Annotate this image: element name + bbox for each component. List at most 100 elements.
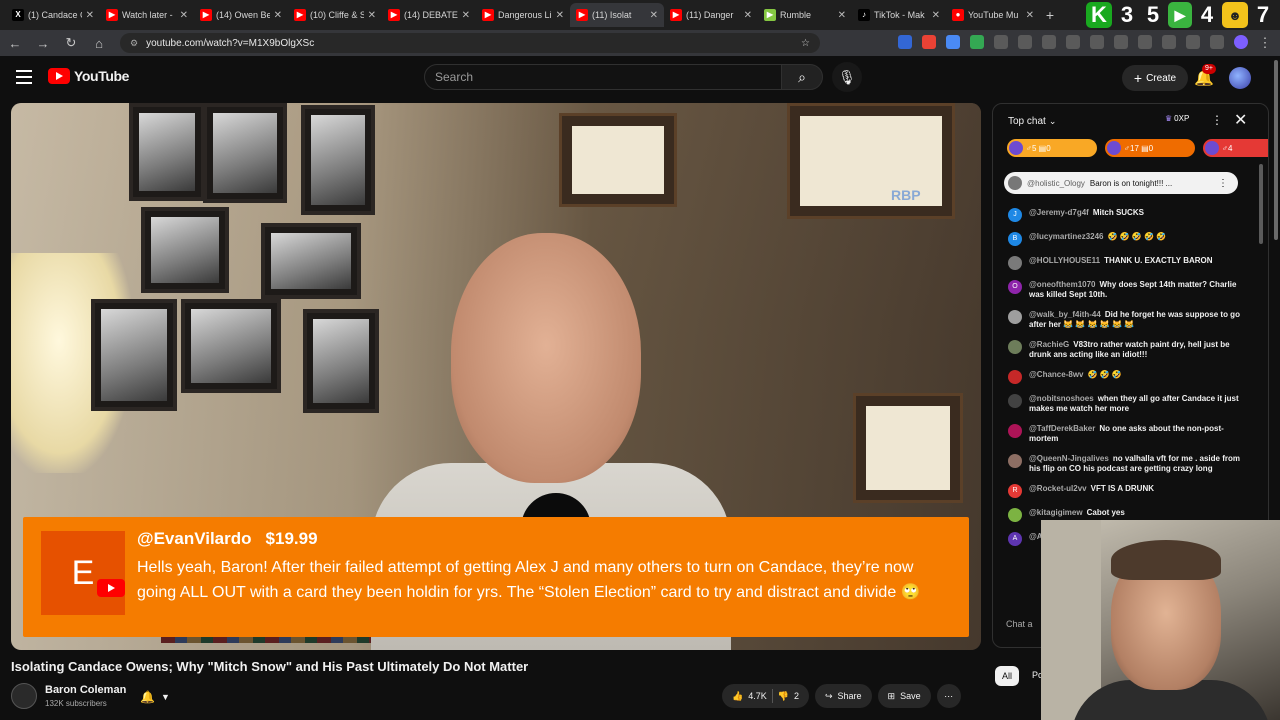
chat-options-icon[interactable]: ⋮ [1211,113,1223,127]
chat-avatar[interactable]: B [1008,232,1022,246]
chip-all[interactable]: All [995,666,1020,686]
search-input[interactable]: Search [424,64,782,90]
channel-name[interactable]: Baron Coleman [45,684,126,696]
chat-message[interactable]: O @oneofthem1070 Why does Sept 14th matter… [1008,280,1246,300]
browser-tab[interactable]: ▶ (11) Danger ✕ [664,3,758,27]
extension-icon[interactable] [1042,35,1056,49]
ticker-item[interactable]: ♂17 ▤0 [1105,139,1195,157]
browser-tab[interactable]: ▶ (14) DEBATE ✕ [382,3,476,27]
tab-close-icon[interactable]: ✕ [368,10,376,21]
chat-avatar[interactable] [1008,454,1022,468]
chat-avatar[interactable]: R [1008,484,1022,498]
like-button[interactable]: 👍 4.7K [732,691,767,702]
extension-icon[interactable] [1138,35,1152,49]
tab-close-icon[interactable]: ✕ [1026,10,1034,21]
tab-close-icon[interactable]: ✕ [932,10,940,21]
chat-message[interactable]: @nobitsnoshoes when they all go after Can… [1008,394,1246,414]
browser-tab[interactable]: ▶ Dangerous Li ✕ [476,3,570,27]
chat-message[interactable]: R @Rocket-ul2vv VFT IS A DRUNK [1008,484,1246,498]
xp-badge[interactable]: ♛ 0XP [1165,114,1189,123]
tab-close-icon[interactable]: ✕ [462,10,470,21]
chat-avatar[interactable] [1008,310,1022,324]
browser-tab[interactable]: ▶ Rumble ✕ [758,3,852,27]
extension-icon[interactable] [1066,35,1080,49]
tab-close-icon[interactable]: ✕ [556,10,564,21]
new-tab-button[interactable]: + [1040,7,1060,23]
voice-search-icon[interactable]: 🎙 [832,62,862,92]
save-button[interactable]: ⊞ Save [877,684,931,708]
chat-avatar[interactable] [1008,256,1022,270]
url-input[interactable]: ⚙ youtube.com/watch?v=M1X9bOlgXSc ☆ [120,33,820,53]
account-avatar[interactable] [1229,67,1251,89]
chat-avatar[interactable] [1008,340,1022,354]
search-button[interactable]: ⌕ [781,64,823,90]
create-button[interactable]: + Create [1122,65,1188,91]
back-icon[interactable]: ← [8,36,22,51]
chat-message[interactable]: @TaffDerekBaker No one asks about the non… [1008,424,1246,444]
chat-message[interactable]: B @lucymartinez3246 🤣 🤣 🤣 🤣 🤣 [1008,232,1246,246]
chat-avatar[interactable]: A [1008,532,1022,546]
extension-icon[interactable] [1114,35,1128,49]
browser-tab[interactable]: ▶ Watch later - ✕ [100,3,194,27]
close-icon[interactable]: ✕ [1234,110,1247,130]
tab-close-icon[interactable]: ✕ [86,10,94,21]
tab-close-icon[interactable]: ✕ [180,10,188,21]
chat-username[interactable]: @Jeremy-d7g4f [1029,208,1089,217]
chat-username[interactable]: @TaffDerekBaker [1029,424,1095,433]
extension-icon[interactable] [1186,35,1200,49]
browser-tab[interactable]: ▶ (11) Isolat ✕ [570,3,664,27]
extension-icon[interactable] [946,35,960,49]
pinned-message[interactable]: @holistic_Ology Baron is on tonight!!! .… [1004,172,1238,194]
share-button[interactable]: ↪ Share [814,684,872,708]
browser-tab[interactable]: ● YouTube Mu ✕ [946,3,1040,27]
chat-username[interactable]: @HOLLYHOUSE11 [1029,256,1100,265]
chat-username[interactable]: @lucymartinez3246 [1029,232,1104,241]
browser-tab[interactable]: ▶ (14) Owen Be ✕ [194,3,288,27]
extension-icon[interactable] [1018,35,1032,49]
chat-username[interactable]: @Chance-8wv [1029,370,1083,379]
site-info-icon[interactable]: ⚙ [130,38,138,49]
chat-message[interactable]: @walk_by_f4ith-44 Did he forget he was su… [1008,310,1246,330]
extension-icon[interactable] [922,35,936,49]
extension-icon[interactable] [994,35,1008,49]
chat-username[interactable]: @Rocket-ul2vv [1029,484,1087,493]
extension-icon[interactable] [898,35,912,49]
page-scrollbar[interactable] [1274,60,1278,240]
more-actions-button[interactable]: ⋯ [936,684,961,708]
extension-icon[interactable] [1162,35,1176,49]
extension-icon[interactable] [1210,35,1224,49]
chat-avatar[interactable]: J [1008,208,1022,222]
chat-mode-selector[interactable]: Top chat ⌄ [993,104,1268,138]
home-icon[interactable]: ⌂ [92,36,106,51]
bookmark-star-icon[interactable]: ☆ [801,38,810,49]
extension-icon[interactable] [1090,35,1104,49]
subscription-bell-button[interactable]: 🔔 ▼ [140,686,184,708]
chat-message[interactable]: @Chance-8wv 🤣 🤣 🤣 [1008,370,1246,384]
chat-scrollbar[interactable] [1259,164,1263,244]
chat-username[interactable]: @QueenN-Jingalives [1029,454,1109,463]
browser-tab[interactable]: X (1) Candace C ✕ [6,3,100,27]
chat-username[interactable]: @walk_by_f4ith-44 [1029,310,1101,319]
browser-menu-icon[interactable]: ⋮ [1258,35,1272,51]
chat-username[interactable]: @nobitsnoshoes [1029,394,1094,403]
tab-close-icon[interactable]: ✕ [838,10,846,21]
tab-close-icon[interactable]: ✕ [274,10,282,21]
profile-avatar-icon[interactable] [1234,35,1248,49]
dislike-button[interactable]: 👎 2 [778,691,799,702]
chat-avatar[interactable] [1008,508,1022,522]
chat-avatar[interactable] [1008,370,1022,384]
video-player[interactable]: RBP E @EvanVilardo $19.99 Hells yeah, Ba… [11,103,981,650]
chat-username[interactable]: @oneofthem1070 [1029,280,1095,289]
pinned-options-icon[interactable]: ⋮ [1218,178,1228,189]
browser-tab[interactable]: ♪ TikTok - Mak ✕ [852,3,946,27]
ticker-item[interactable]: ♂5 ▤0 [1007,139,1097,157]
tab-close-icon[interactable]: ✕ [650,10,658,21]
chat-username[interactable]: @RachieG [1029,340,1069,349]
chat-avatar[interactable] [1008,394,1022,408]
channel-avatar[interactable] [11,683,37,709]
extension-icon[interactable] [970,35,984,49]
reload-icon[interactable]: ↻ [64,35,78,51]
youtube-logo[interactable]: YouTube [48,68,129,84]
chat-message[interactable]: @HOLLYHOUSE11 THANK U. EXACTLY BARON [1008,256,1246,270]
chat-message[interactable]: J @Jeremy-d7g4f Mitch SUCKS [1008,208,1246,222]
